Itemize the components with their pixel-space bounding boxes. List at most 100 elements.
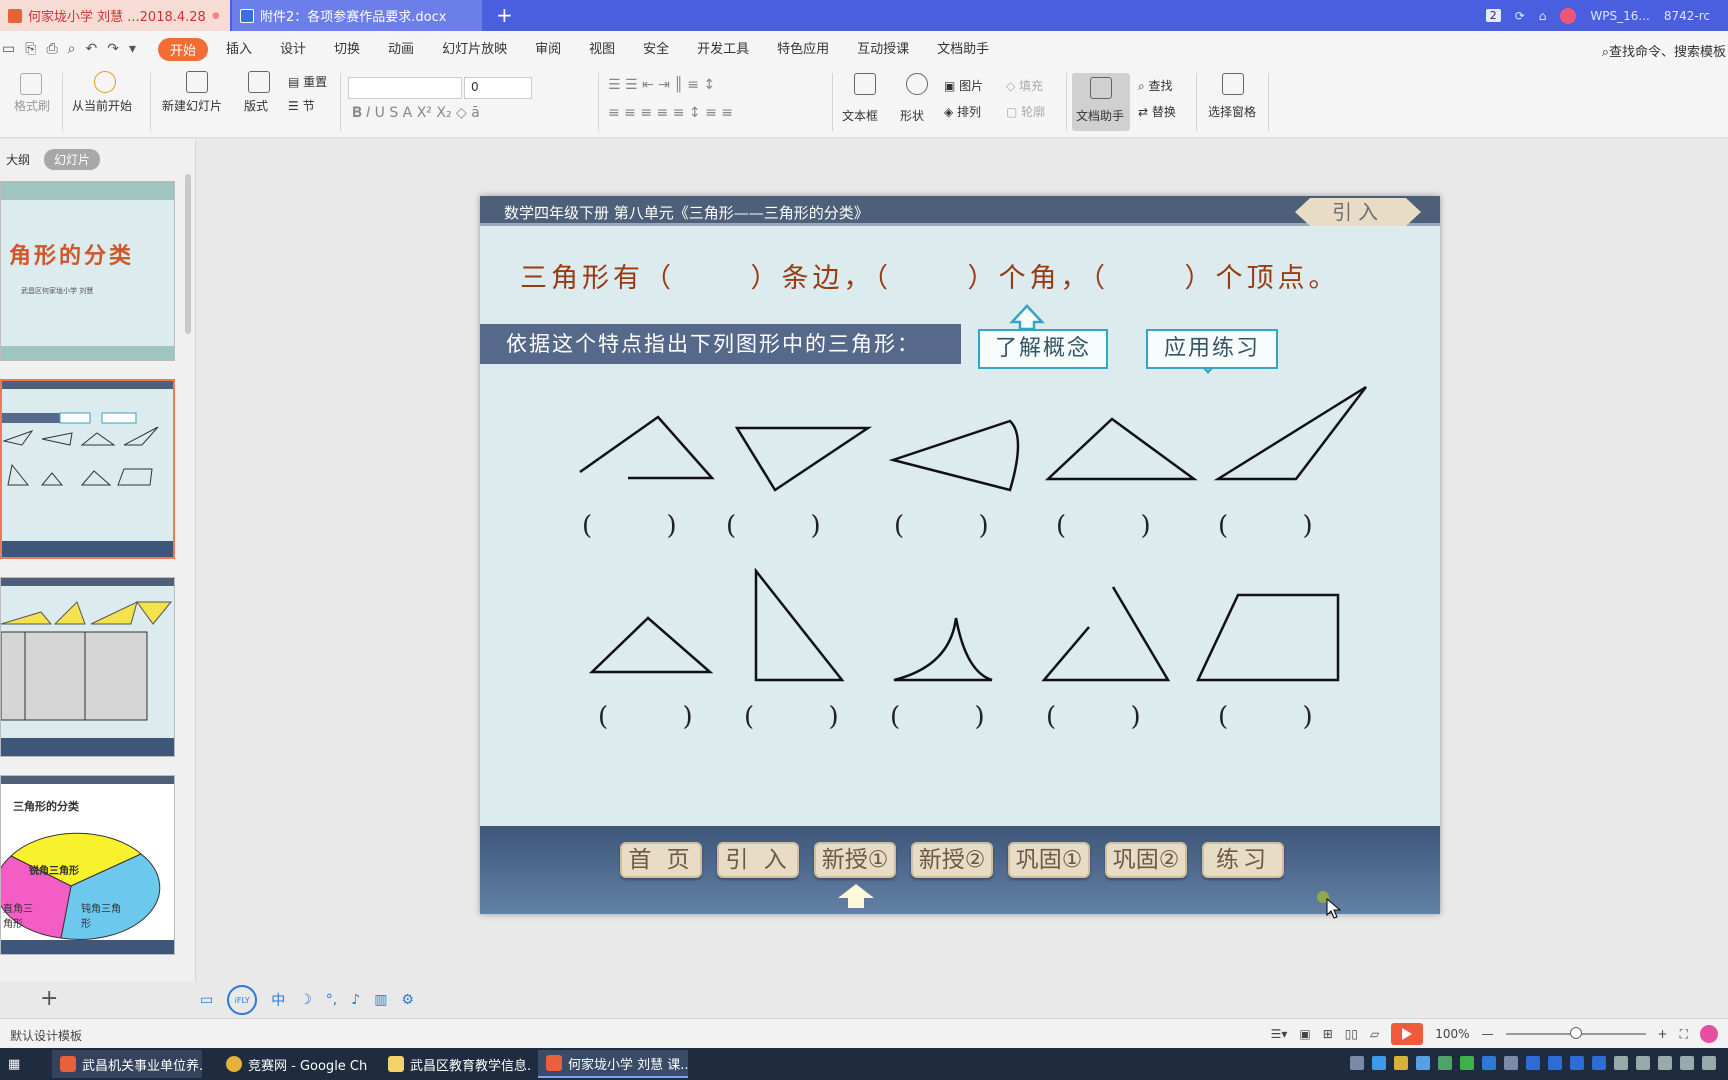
skin-icon[interactable]: ⌂ <box>1539 9 1547 23</box>
play-from-current-button[interactable]: 从当前开始 <box>72 97 132 114</box>
taskbar-item-3[interactable]: 武昌区教育教学信息... <box>380 1050 530 1078</box>
tray-icon[interactable] <box>1548 1056 1562 1070</box>
picture-button[interactable]: ▣ 图片 <box>944 77 983 94</box>
new-slide-button[interactable]: 新建幻灯片 <box>162 97 222 114</box>
tray-icon[interactable] <box>1416 1056 1430 1070</box>
notes-toggle-icon[interactable]: ☰▾ <box>1271 1027 1288 1041</box>
tab-outline[interactable]: 大纲 <box>6 151 30 168</box>
reset-button[interactable]: ▤ 重置 <box>288 73 327 90</box>
play-slideshow-button[interactable] <box>1391 1023 1424 1045</box>
ifly-icon[interactable]: iFLY <box>227 985 258 1015</box>
add-slide-button[interactable]: + <box>40 986 58 1011</box>
zoom-in-icon[interactable]: + <box>1658 1027 1668 1041</box>
taskbar-item-2[interactable]: 竞赛网 - Google Ch... <box>218 1050 368 1078</box>
menu-animation[interactable]: 动画 <box>388 38 414 61</box>
fill-button[interactable]: ◇ 填充 <box>1006 77 1043 94</box>
keyboard-icon[interactable]: ▥ <box>374 992 387 1008</box>
preview-icon[interactable]: ⌕ <box>68 41 76 57</box>
user-avatar[interactable] <box>1560 7 1577 24</box>
menu-view[interactable]: 视图 <box>589 38 615 61</box>
format-buttons[interactable]: 𝐁 𝐼 U S A X² X₂ ◇ ā <box>352 105 480 121</box>
wechat-icon[interactable] <box>1460 1056 1474 1070</box>
practice-button[interactable]: 应用练习 <box>1146 329 1278 369</box>
doc-assistant-button[interactable]: 文档助手 <box>1072 73 1130 131</box>
ime-icon[interactable] <box>1702 1056 1716 1070</box>
print-icon[interactable]: ⎙ <box>46 41 57 57</box>
textbox-button[interactable]: 文本框 <box>842 107 878 124</box>
bluetooth-icon[interactable] <box>1526 1056 1540 1070</box>
find-button[interactable]: ⌕ 查找 <box>1138 77 1173 94</box>
zoom-slider[interactable] <box>1505 1027 1646 1039</box>
normal-view-icon[interactable]: ▣ <box>1299 1027 1310 1041</box>
new-tab-button[interactable]: + <box>496 3 513 27</box>
menu-security[interactable]: 安全 <box>643 38 669 61</box>
menu-interactive[interactable]: 互动授课 <box>857 38 909 61</box>
section-button[interactable]: ☰ 节 <box>288 97 315 114</box>
tray-icon[interactable] <box>1482 1056 1496 1070</box>
menu-slideshow[interactable]: 幻灯片放映 <box>442 38 507 61</box>
settings-icon[interactable]: ⚙ <box>401 992 414 1008</box>
tray-icon[interactable] <box>1350 1056 1364 1070</box>
nav-practice-button[interactable]: 练习 <box>1202 842 1284 878</box>
selection-pane-button[interactable]: 选择窗格 <box>1208 103 1256 120</box>
menu-developer[interactable]: 开发工具 <box>697 38 749 61</box>
tab-presentation[interactable]: 何家垅小学 刘慧 ...2018.4.28 ● <box>0 0 230 31</box>
tray-icon[interactable] <box>1504 1056 1518 1070</box>
menu-features[interactable]: 特色应用 <box>777 38 829 61</box>
zoom-level[interactable]: 100% <box>1435 1027 1469 1041</box>
nav-review1-button[interactable]: 巩固① <box>1008 842 1090 878</box>
font-size-combo[interactable]: 0 <box>464 77 532 99</box>
panel-scrollbar[interactable] <box>185 174 191 334</box>
layout-button[interactable]: 版式 <box>244 97 268 114</box>
menu-doc-assistant[interactable]: 文档助手 <box>937 38 989 61</box>
slide-canvas[interactable]: 数学四年级下册 第八单元《三角形——三角形的分类》 引入 三角形有（ ）条边，（… <box>480 196 1440 914</box>
slideshow-view-icon[interactable]: ▱ <box>1370 1027 1379 1041</box>
tray-icon[interactable] <box>1570 1056 1584 1070</box>
slide-thumbnail-1[interactable]: 角形的分类 武昌区何家垅小学 刘慧 <box>0 181 175 361</box>
nav-new2-button[interactable]: 新授② <box>911 842 993 878</box>
microphone-icon[interactable]: ♪ <box>351 992 360 1008</box>
tray-icon[interactable] <box>1372 1056 1386 1070</box>
nav-intro-button[interactable]: 引 入 <box>717 842 799 878</box>
nav-home-button[interactable]: 首 页 <box>620 842 702 878</box>
volume-icon[interactable] <box>1680 1056 1694 1070</box>
tray-icon[interactable] <box>1636 1056 1650 1070</box>
moon-icon[interactable]: ☽ <box>299 992 312 1008</box>
taskbar-item-1[interactable]: 武昌机关事业单位养... <box>52 1050 202 1078</box>
zoom-out-icon[interactable]: — <box>1482 1027 1494 1041</box>
menu-transition[interactable]: 切换 <box>334 38 360 61</box>
taskbar-item-4[interactable]: 何家垅小学 刘慧 课... <box>538 1050 688 1078</box>
start-button[interactable]: ▦ <box>0 1050 28 1078</box>
slide-thumbnail-3[interactable] <box>0 577 175 757</box>
save-icon[interactable]: ▭ <box>2 41 15 57</box>
template-name[interactable]: 默认设计模板 <box>10 1027 82 1044</box>
comment-icon[interactable]: ▭ <box>200 992 213 1008</box>
zoom-slider-knob[interactable] <box>1569 1027 1582 1039</box>
shape-button[interactable]: 形状 <box>900 107 924 124</box>
export-icon[interactable]: ⎘ <box>25 41 36 57</box>
menu-insert[interactable]: 插入 <box>226 38 252 61</box>
reading-view-icon[interactable]: ▯▯ <box>1345 1027 1358 1041</box>
command-search[interactable]: ⌕查找命令、搜索模板 <box>1602 41 1726 60</box>
nav-new1-button[interactable]: 新授① <box>814 842 896 878</box>
sorter-view-icon[interactable]: ⊞ <box>1323 1027 1333 1041</box>
window-count-badge[interactable]: 2 <box>1485 9 1501 22</box>
menu-review[interactable]: 审阅 <box>535 38 561 61</box>
concept-button[interactable]: 了解概念 <box>978 329 1108 369</box>
slide-thumbnail-2[interactable] <box>0 379 175 559</box>
fit-window-icon[interactable]: ⛶ <box>1680 1027 1688 1042</box>
customize-icon[interactable]: ▾ <box>129 41 136 57</box>
network-icon[interactable] <box>1614 1056 1628 1070</box>
menu-design[interactable]: 设计 <box>280 38 306 61</box>
paragraph-buttons[interactable]: ☰ ☰ ⇤ ⇥ ║ ≡ ↕ <box>608 77 715 93</box>
arrange-button[interactable]: ◈ 排列 <box>944 103 981 120</box>
tab-document[interactable]: 附件2：各项参赛作品要求.docx <box>232 0 482 31</box>
tray-icon[interactable] <box>1592 1056 1606 1070</box>
font-name-combo[interactable] <box>348 77 462 99</box>
replace-button[interactable]: ⇄ 替换 <box>1138 103 1176 120</box>
input-mode-icon[interactable]: 中 <box>271 990 285 1010</box>
nav-review2-button[interactable]: 巩固② <box>1105 842 1187 878</box>
tab-slides[interactable]: 幻灯片 <box>44 149 101 170</box>
punctuation-icon[interactable]: °, <box>326 992 337 1008</box>
align-buttons[interactable]: ≡ ≡ ≡ ≡ ≡ ↕ ≡ ≡ <box>608 105 733 121</box>
